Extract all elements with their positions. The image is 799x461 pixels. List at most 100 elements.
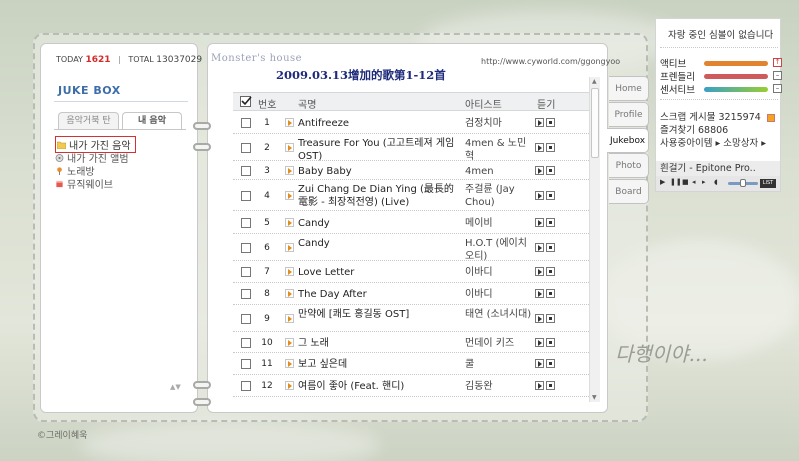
listen-play-icon[interactable]: [535, 143, 544, 152]
tab-jukebox[interactable]: Jukebox: [607, 128, 649, 153]
playlist-scrollbar[interactable]: ▲ ▼: [589, 77, 600, 402]
meter-minus-button[interactable]: –: [773, 84, 782, 93]
next-icon[interactable]: ▸: [702, 179, 709, 186]
tab-music-store[interactable]: 음악거북 탄: [58, 112, 119, 129]
play-preview-icon[interactable]: [285, 118, 294, 127]
play-preview-icon[interactable]: [285, 143, 294, 152]
scrap-count-line[interactable]: 스크랩 게시물 3215974: [660, 109, 775, 123]
volume-knob[interactable]: [740, 179, 746, 187]
play-preview-icon[interactable]: [285, 381, 294, 390]
scroll-up-icon[interactable]: ▲: [592, 78, 597, 85]
play-preview-icon[interactable]: [285, 314, 294, 323]
play-preview-icon[interactable]: [285, 166, 294, 175]
table-row[interactable]: 10 그 노래 먼데이 키즈: [233, 332, 589, 353]
listen-play-icon[interactable]: [535, 218, 544, 227]
meter-minus-button[interactable]: –: [773, 71, 782, 80]
site-title[interactable]: Monster's house: [211, 53, 302, 64]
listen-play-icon[interactable]: [535, 191, 544, 200]
row-checkbox[interactable]: [241, 218, 251, 228]
play-preview-icon[interactable]: [285, 267, 294, 276]
row-song[interactable]: Love Letter: [298, 266, 458, 279]
favorites-line[interactable]: 즐겨찾기 68806: [660, 122, 728, 136]
row-checkbox[interactable]: [241, 359, 251, 369]
listen-play-icon[interactable]: [535, 359, 544, 368]
pause-icon[interactable]: ❚❚: [670, 179, 682, 186]
listen-stop-icon[interactable]: [546, 191, 555, 200]
listen-stop-icon[interactable]: [546, 289, 555, 298]
table-row[interactable]: 1 Antifreeze 검정치마: [233, 111, 589, 134]
table-row[interactable]: 3 Baby Baby 4men: [233, 161, 589, 180]
row-song[interactable]: 그 노래: [298, 337, 458, 350]
tab-photo[interactable]: Photo: [609, 153, 649, 178]
row-checkbox[interactable]: [241, 191, 251, 201]
row-song[interactable]: Candy: [298, 217, 458, 230]
listen-play-icon[interactable]: [535, 267, 544, 276]
row-checkbox[interactable]: [241, 243, 251, 253]
row-artist[interactable]: 검정치마: [465, 117, 535, 130]
folder-musicwave[interactable]: 뮤직웨이브: [55, 176, 113, 191]
table-row[interactable]: 7 Love Letter 이바디: [233, 261, 589, 283]
table-row[interactable]: 5 Candy 메이비: [233, 211, 589, 234]
play-preview-icon[interactable]: [285, 191, 294, 200]
row-artist[interactable]: 4men: [465, 165, 535, 178]
row-song[interactable]: 여름이 좋아 (Feat. 핸디): [298, 380, 458, 393]
listen-stop-icon[interactable]: [546, 218, 555, 227]
row-artist[interactable]: 이바디: [465, 266, 535, 279]
select-all-checkbox-icon[interactable]: [240, 96, 252, 108]
listen-play-icon[interactable]: [535, 338, 544, 347]
row-song[interactable]: Treasure For You (고고트레져 게임 OST): [298, 137, 458, 163]
listen-stop-icon[interactable]: [546, 267, 555, 276]
homepage-url[interactable]: http://www.cyworld.com/ggongyoo: [481, 57, 620, 66]
row-checkbox[interactable]: [241, 314, 251, 324]
play-preview-icon[interactable]: [285, 218, 294, 227]
row-artist[interactable]: 주걸륜 (Jay Chou): [465, 183, 535, 209]
table-row[interactable]: 2 Treasure For You (고고트레져 게임 OST) 4men & 노…: [233, 134, 589, 163]
listen-stop-icon[interactable]: [546, 381, 555, 390]
listen-stop-icon[interactable]: [546, 359, 555, 368]
tab-board[interactable]: Board: [609, 179, 649, 204]
listen-play-icon[interactable]: [535, 381, 544, 390]
play-icon[interactable]: ▶: [660, 179, 667, 186]
play-preview-icon[interactable]: [285, 359, 294, 368]
tab-home[interactable]: Home: [609, 76, 649, 101]
listen-stop-icon[interactable]: [546, 243, 555, 252]
listen-play-icon[interactable]: [535, 289, 544, 298]
play-preview-icon[interactable]: [285, 338, 294, 347]
row-song[interactable]: Candy: [298, 237, 458, 250]
listen-play-icon[interactable]: [535, 243, 544, 252]
listen-play-icon[interactable]: [535, 166, 544, 175]
table-row[interactable]: 4 Zui Chang De Dian Ying (最長的電影 - 최장적전영) …: [233, 180, 589, 211]
row-checkbox[interactable]: [241, 267, 251, 277]
table-row[interactable]: 8 The Day After 이바디: [233, 283, 589, 305]
row-checkbox[interactable]: [241, 143, 251, 153]
meter-up-button[interactable]: ↑: [773, 58, 782, 67]
scroll-arrows-icon[interactable]: ▲▼: [170, 383, 181, 391]
row-checkbox[interactable]: [241, 289, 251, 299]
row-song[interactable]: 보고 싶은데: [298, 358, 458, 371]
play-preview-icon[interactable]: [285, 243, 294, 252]
table-row[interactable]: 9 만약에 [쾌도 홍길동 OST] 태연 (소녀시대): [233, 305, 589, 332]
table-row[interactable]: 13All for you (컴프렌즈)러브레터: [233, 397, 589, 401]
row-song[interactable]: Baby Baby: [298, 165, 458, 178]
row-song[interactable]: Zui Chang De Dian Ying (最長的電影 - 최장적전영) (…: [298, 183, 458, 209]
scroll-thumb[interactable]: [591, 88, 599, 158]
listen-stop-icon[interactable]: [546, 338, 555, 347]
row-checkbox[interactable]: [241, 118, 251, 128]
listen-stop-icon[interactable]: [546, 118, 555, 127]
listen-stop-icon[interactable]: [546, 314, 555, 323]
row-checkbox[interactable]: [241, 166, 251, 176]
row-artist[interactable]: 김동완: [465, 380, 535, 393]
row-artist[interactable]: H.O.T (에이치오티): [465, 237, 535, 263]
prev-icon[interactable]: ◂: [692, 179, 699, 186]
row-artist[interactable]: 4men & 노민혁: [465, 137, 535, 163]
tab-my-music[interactable]: 내 음악: [122, 112, 182, 129]
scroll-down-icon[interactable]: ▼: [592, 394, 597, 401]
table-row[interactable]: 6 Candy H.O.T (에이치오티): [233, 234, 589, 263]
stop-icon[interactable]: ■: [682, 179, 689, 186]
row-artist[interactable]: 태연 (소녀시대): [465, 308, 535, 321]
playlist-list-button[interactable]: LIST: [760, 179, 776, 188]
row-artist[interactable]: 이바디: [465, 288, 535, 301]
play-preview-icon[interactable]: [285, 289, 294, 298]
row-checkbox[interactable]: [241, 381, 251, 391]
listen-play-icon[interactable]: [535, 314, 544, 323]
